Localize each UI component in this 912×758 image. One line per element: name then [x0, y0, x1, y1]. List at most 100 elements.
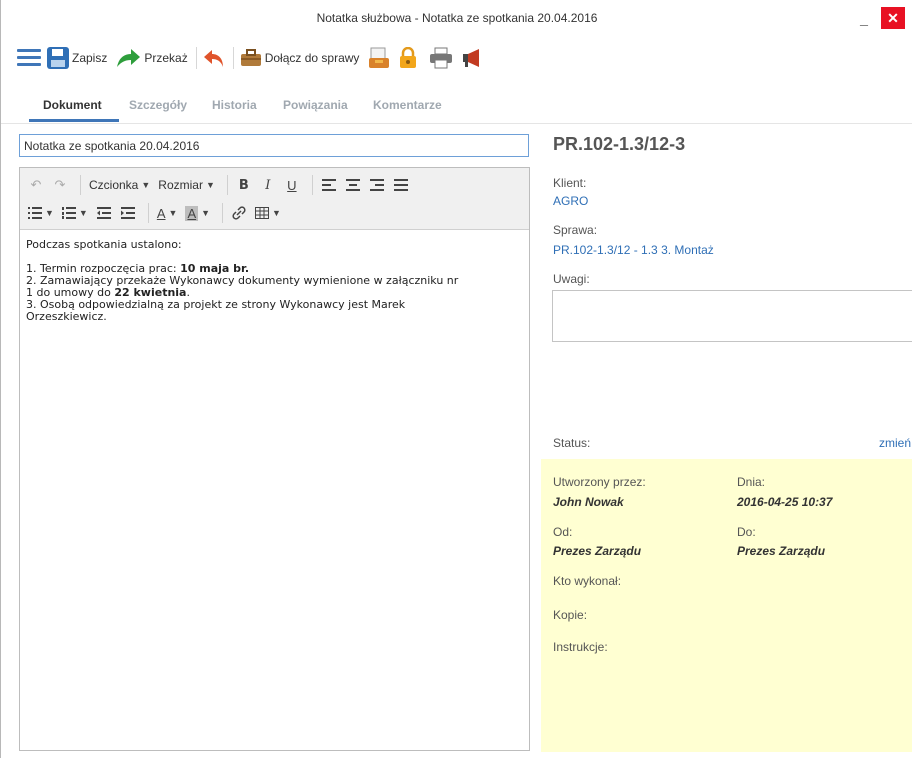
tab-powiazania[interactable]: Powiązania	[283, 98, 348, 112]
font-size-dropdown[interactable]: Rozmiar ▼	[156, 174, 217, 196]
insert-table-button[interactable]: ▼	[253, 202, 283, 224]
editor-toolbar: ↶ ↷ Czcionka ▼ Rozmiar ▼ B I U ▼ ▼ A ▼ A…	[20, 168, 529, 230]
bold-button[interactable]: B	[234, 174, 254, 196]
minimize-button[interactable]: _	[857, 10, 871, 26]
tab-historia[interactable]: Historia	[212, 98, 257, 112]
client-link[interactable]: AGRO	[553, 194, 588, 208]
caret-down-icon: ▼	[141, 180, 151, 190]
align-justify-button[interactable]	[391, 174, 411, 196]
editor-divider	[80, 175, 81, 195]
forward-button[interactable]: Przekaż	[115, 44, 188, 72]
save-button[interactable]: Zapisz	[47, 44, 107, 72]
notes-label: Uwagi:	[553, 272, 590, 286]
tab-komentarze[interactable]: Komentarze	[373, 98, 442, 112]
align-center-button[interactable]	[343, 174, 363, 196]
to-value: Prezes Zarządu	[737, 544, 826, 558]
align-left-button[interactable]	[319, 174, 339, 196]
text-color-button[interactable]: A ▼	[155, 202, 180, 224]
case-link[interactable]: PR.102-1.3/12 - 1.3 3. Montaż	[553, 243, 714, 257]
close-button[interactable]: ✕	[881, 7, 905, 29]
bullet-list-button[interactable]: ▼	[26, 202, 56, 224]
editor-content[interactable]: Podczas spotkania ustalono: 1. Termin ro…	[20, 231, 529, 331]
megaphone-icon[interactable]	[461, 47, 485, 69]
content-item-3-line-2: Orzeszkiewicz.	[26, 310, 107, 323]
numbered-list-button[interactable]: ▼	[60, 202, 90, 224]
instructions-label: Instrukcje:	[553, 640, 608, 654]
undo-arrow-icon: ↶	[30, 177, 42, 192]
window-title: Notatka służbowa - Notatka ze spotkania …	[316, 11, 598, 25]
from-label: Od:	[553, 525, 573, 539]
align-right-icon	[369, 179, 384, 191]
toolbar-divider	[232, 47, 234, 69]
editor-toolbar-row-2: ▼ ▼ A ▼ A ▼ ▼	[26, 201, 287, 225]
status-change-link[interactable]: zmień	[879, 436, 911, 450]
status-label: Status:	[553, 436, 591, 450]
undo-icon	[203, 50, 223, 67]
to-label: Do:	[737, 525, 756, 539]
caret-down-icon: ▼	[78, 208, 88, 218]
outdent-button[interactable]	[94, 202, 114, 224]
attach-label: Dołącz do sprawy	[264, 51, 360, 65]
from-value: Prezes Zarządu	[553, 544, 642, 558]
created-by-label: Utworzony przez:	[553, 475, 646, 489]
created-by-value: John Nowak	[553, 495, 624, 509]
tab-bar: Dokument Szczegóły Historia Powiązania K…	[1, 88, 912, 124]
document-number: PR.102-1.3/12-3	[553, 134, 686, 154]
align-right-button[interactable]	[367, 174, 387, 196]
executed-by-label: Kto wykonał:	[553, 574, 622, 588]
tab-szczegoly[interactable]: Szczegóły	[129, 98, 187, 112]
caret-down-icon: ▼	[201, 208, 211, 218]
main-toolbar: Zapisz Przekaż Dołącz do sprawy	[1, 38, 912, 78]
font-size-label: Rozmiar	[158, 178, 203, 192]
save-icon	[47, 47, 69, 69]
attach-to-case-button[interactable]: Dołącz do sprawy	[240, 44, 360, 72]
date-value: 2016-04-25 10:37	[737, 495, 833, 509]
editor-undo-button[interactable]: ↶	[26, 174, 46, 196]
numbered-list-icon	[61, 207, 76, 219]
insert-link-button[interactable]	[229, 202, 249, 224]
editor-redo-button[interactable]: ↷	[50, 174, 70, 196]
save-label: Zapisz	[72, 51, 108, 65]
caret-down-icon: ▼	[45, 208, 54, 218]
caret-down-icon: ▼	[205, 180, 215, 190]
indent-button[interactable]	[118, 202, 138, 224]
editor-toolbar-row-1: ↶ ↷ Czcionka ▼ Rozmiar ▼ B I U	[26, 173, 415, 197]
lock-icon[interactable]	[399, 47, 417, 69]
font-family-dropdown[interactable]: Czcionka ▼	[87, 174, 152, 196]
align-left-icon	[321, 179, 336, 191]
editor-divider	[222, 203, 224, 223]
table-icon	[255, 207, 270, 219]
bg-color-label: A	[185, 205, 199, 221]
italic-button[interactable]: I	[258, 174, 278, 196]
underline-button[interactable]: U	[282, 174, 302, 196]
indent-icon	[120, 207, 135, 219]
caret-down-icon: ▼	[272, 208, 281, 218]
notes-textarea[interactable]	[552, 290, 912, 342]
forward-icon	[117, 49, 141, 67]
client-label: Klient:	[553, 176, 587, 190]
editor-divider	[226, 175, 228, 195]
active-tab-indicator	[29, 119, 119, 122]
text-color-label: A	[156, 205, 166, 221]
font-family-label: Czcionka	[89, 178, 139, 192]
menu-icon[interactable]	[17, 49, 41, 67]
copies-label: Kopie:	[553, 608, 588, 622]
editor-divider	[147, 203, 149, 223]
undo-button[interactable]	[203, 44, 225, 72]
redo-arrow-icon: ↷	[54, 177, 66, 192]
briefcase-icon	[240, 49, 261, 66]
bullet-list-icon	[28, 207, 42, 219]
align-center-icon	[345, 179, 360, 191]
outdent-icon	[96, 207, 111, 219]
subject-input[interactable]	[19, 134, 529, 157]
tab-dokument[interactable]: Dokument	[43, 98, 102, 112]
toolbar-divider	[195, 47, 197, 69]
app-window: Notatka służbowa - Notatka ze spotkania …	[0, 0, 912, 758]
forward-label: Przekaż	[144, 51, 188, 65]
content-intro: Podczas spotkania ustalono:	[26, 238, 182, 251]
background-color-button[interactable]: A ▼	[183, 202, 212, 224]
date-label: Dnia:	[737, 475, 766, 489]
document-icon[interactable]	[367, 46, 391, 70]
link-icon	[232, 206, 246, 220]
printer-icon[interactable]	[429, 47, 453, 69]
